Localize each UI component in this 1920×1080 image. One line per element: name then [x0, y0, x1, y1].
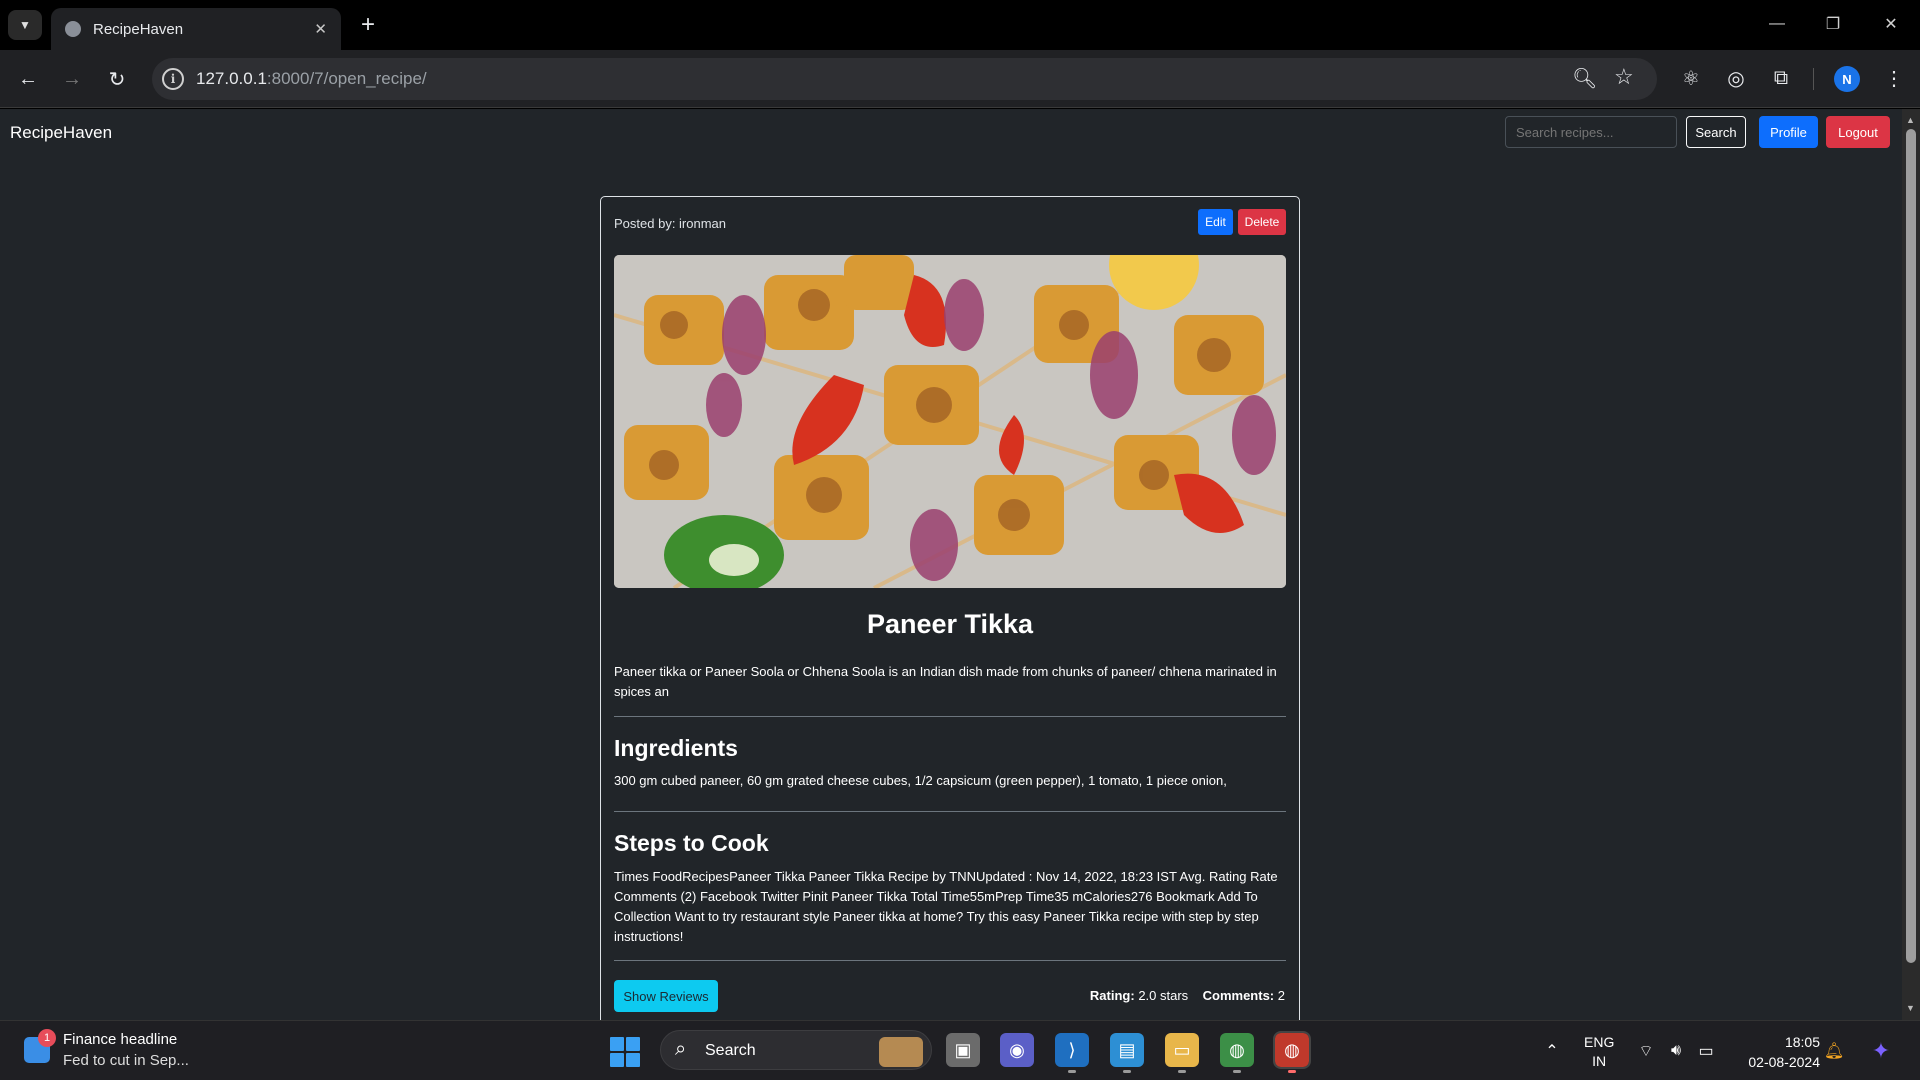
comments-value: 2 [1277, 988, 1285, 1003]
language-code: ENG [1584, 1034, 1615, 1050]
arrow-left-icon: ← [18, 67, 38, 90]
taskbar-search-label: Search [705, 1042, 756, 1059]
teams-icon[interactable]: ◉ [1000, 1033, 1034, 1067]
restore-button[interactable]: ❐ [1816, 8, 1850, 40]
scroll-thumb[interactable] [1906, 129, 1916, 963]
search-highlight-image [879, 1037, 923, 1067]
active-indicator [1288, 1070, 1296, 1073]
browser-toolbar: ← → ↻ i 127.0.0.1:8000/7/open_recipe/ 🔍︎… [0, 50, 1920, 108]
puzzle-icon[interactable]: ⧉ [1766, 63, 1796, 93]
date: 02-08-2024 [1748, 1054, 1820, 1070]
back-button[interactable]: ← [12, 63, 44, 95]
file-explorer-icon[interactable]: ▭ [1165, 1033, 1199, 1073]
divider [614, 811, 1286, 812]
tab-title: RecipeHaven [93, 20, 184, 38]
info-icon[interactable]: i [162, 68, 184, 90]
running-indicator [1123, 1070, 1131, 1073]
minimize-button[interactable]: — [1760, 8, 1794, 40]
notepad-icon[interactable]: ▤ [1110, 1033, 1144, 1073]
posted-by: Posted by: ironman [614, 216, 727, 231]
copilot-icon[interactable]: ✦ [1866, 1021, 1896, 1080]
chrome-icon[interactable]: ◍ [1220, 1033, 1254, 1073]
scroll-up-icon[interactable]: ▲ [1906, 115, 1915, 125]
profile-avatar[interactable]: N [1834, 66, 1860, 92]
close-icon: ✕ [1884, 16, 1898, 33]
news-subtitle[interactable]: Fed to cut in Sep... [63, 1052, 189, 1069]
close-window-button[interactable]: ✕ [1874, 8, 1908, 40]
time: 18:05 [1784, 1034, 1820, 1050]
browser-tab[interactable]: RecipeHaven ✕ [51, 8, 341, 50]
zoom-icon[interactable]: 🔍︎ [1572, 66, 1597, 91]
react-devtools-icon[interactable]: ⚛ [1676, 63, 1706, 93]
star-icon[interactable]: ☆ [1614, 64, 1634, 90]
steps-heading: Steps to Cook [614, 830, 769, 856]
chevron-down-icon: ▼ [19, 18, 31, 32]
chrome-profile-icon[interactable]: ◍ [1273, 1031, 1311, 1073]
recipe-meta: Rating: 2.0 stars Comments: 2 [1090, 988, 1285, 1003]
recipe-card: Posted by: ironman Edit Delete Paneer Ti… [600, 196, 1300, 1020]
extension-check-icon[interactable]: ◎ [1721, 63, 1751, 93]
clock[interactable]: 18:05 02-08-2024 [1740, 1032, 1820, 1072]
wifi-icon[interactable]: ⌔ [1634, 1021, 1658, 1080]
battery-icon[interactable]: ▭ [1694, 1021, 1718, 1080]
recipe-image [614, 255, 1286, 588]
reload-button[interactable]: ↻ [101, 63, 133, 95]
region-code: IN [1592, 1053, 1607, 1069]
rating-label: Rating: [1089, 988, 1135, 1003]
globe-icon [65, 21, 81, 37]
running-indicator [1068, 1070, 1076, 1073]
logout-button[interactable]: Logout [1826, 116, 1890, 148]
tab-search-button[interactable]: ▼ [8, 10, 42, 40]
forward-button[interactable]: → [56, 63, 88, 95]
page-content: RecipeHaven Search Profile Logout Posted… [0, 109, 1902, 1020]
steps-text: Times FoodRecipesPaneer Tikka Paneer Tik… [614, 869, 1278, 944]
address-bar[interactable]: i 127.0.0.1:8000/7/open_recipe/ 🔍︎ ☆ [152, 58, 1657, 100]
running-indicator [1233, 1070, 1241, 1073]
ingredients-heading: Ingredients [614, 735, 738, 761]
recipe-description: Paneer tikka or Paneer Soola or Chhena S… [614, 664, 1277, 699]
windows-start-icon[interactable] [610, 1037, 640, 1067]
bell-icon[interactable]: 🔔︎ [1822, 1021, 1846, 1080]
running-indicator [1178, 1070, 1186, 1073]
profile-button[interactable]: Profile [1759, 116, 1818, 148]
reload-icon: ↻ [108, 68, 126, 91]
close-icon[interactable]: ✕ [314, 20, 327, 38]
edit-button[interactable]: Edit [1198, 209, 1233, 235]
rating-value: 2.0 stars [1138, 988, 1189, 1003]
toolbar-divider [1813, 68, 1814, 90]
notification-badge: 1 [38, 1029, 56, 1047]
arrow-right-icon: → [62, 67, 82, 90]
plus-icon: + [360, 11, 375, 38]
taskbar-search[interactable]: ⌕ Search [660, 1030, 932, 1070]
vscode-icon[interactable]: ⟩ [1055, 1033, 1089, 1073]
kebab-menu-icon[interactable]: ⋮ [1879, 63, 1909, 93]
minimize-icon: — [1769, 15, 1785, 32]
news-headline[interactable]: Finance headline [63, 1031, 177, 1048]
ingredients-text: 300 gm cubed paneer, 60 gm grated cheese… [614, 773, 1227, 788]
show-reviews-button[interactable]: Show Reviews [614, 980, 718, 1012]
url-host: 127.0.0.1 [196, 69, 267, 88]
chevron-up-icon[interactable]: ⌃ [1540, 1021, 1564, 1080]
divider [614, 960, 1286, 961]
search-icon: ⌕ [675, 1038, 687, 1060]
new-tab-button[interactable]: + [353, 10, 383, 40]
url-path: :8000/7/open_recipe/ [266, 69, 427, 88]
navbar-brand[interactable]: RecipeHaven [10, 123, 112, 143]
page-scrollbar[interactable]: ▲ ▼ [1902, 109, 1920, 1020]
volume-icon[interactable]: 🔊︎ [1664, 1021, 1688, 1080]
paneer-tikka-photo [614, 255, 1286, 588]
restore-icon: ❐ [1825, 16, 1841, 33]
browser-tab-strip: ▼ RecipeHaven ✕ + — ❐ ✕ [0, 0, 1920, 50]
taskbar: 1 Finance headline Fed to cut in Sep... … [0, 1020, 1920, 1080]
divider [614, 716, 1286, 717]
recipe-title: Paneer Tikka [866, 609, 1034, 639]
comments-label: Comments: [1202, 988, 1275, 1003]
task-view-icon[interactable]: ▣ [946, 1033, 980, 1067]
search-button[interactable]: Search [1686, 116, 1746, 148]
language-indicator[interactable]: ENG IN [1584, 1033, 1614, 1071]
search-input[interactable] [1505, 116, 1677, 148]
delete-button[interactable]: Delete [1238, 209, 1286, 235]
scroll-down-icon[interactable]: ▼ [1906, 1003, 1915, 1013]
url-text[interactable]: 127.0.0.1:8000/7/open_recipe/ [196, 69, 427, 89]
